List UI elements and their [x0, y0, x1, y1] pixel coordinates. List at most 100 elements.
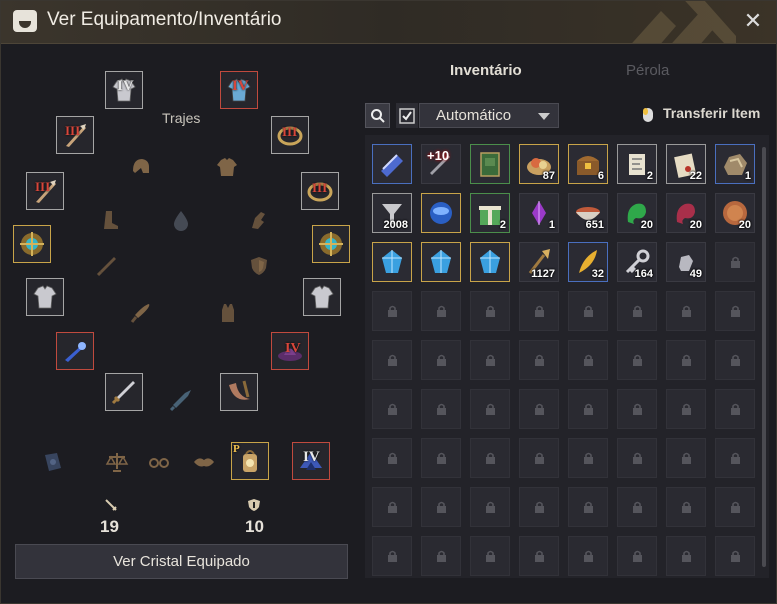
tab-pearl[interactable]: Pérola [626, 62, 669, 79]
locked-slot[interactable] [666, 438, 706, 478]
locked-slot[interactable] [715, 291, 755, 331]
locked-slot[interactable] [470, 536, 510, 576]
costume-wand[interactable] [56, 332, 94, 370]
locked-slot[interactable] [568, 389, 608, 429]
shield-slot-icon[interactable] [247, 254, 271, 278]
locked-slot[interactable] [421, 389, 461, 429]
locked-slot[interactable] [421, 340, 461, 380]
locked-slot[interactable] [568, 291, 608, 331]
inventory-slot[interactable] [421, 242, 461, 282]
locked-slot[interactable] [470, 438, 510, 478]
close-button[interactable]: ✕ [742, 10, 764, 32]
costume-hat[interactable]: IV [271, 332, 309, 370]
locked-slot[interactable] [617, 438, 657, 478]
auto-sort-checkbox[interactable] [396, 103, 418, 128]
locked-slot[interactable] [666, 389, 706, 429]
earring-slot-icon[interactable] [147, 450, 171, 474]
lips-slot-icon[interactable] [192, 450, 216, 474]
view-crystal-button[interactable]: Ver Cristal Equipado [15, 544, 348, 579]
dagger-slot-icon[interactable] [95, 254, 119, 278]
inventory-slot[interactable]: 20 [666, 193, 706, 233]
locked-slot[interactable] [421, 487, 461, 527]
costume-lantern[interactable]: P [231, 442, 269, 480]
costume-armor-top-right[interactable]: IV [220, 71, 258, 109]
costume-gem-left[interactable] [13, 225, 51, 263]
locked-slot[interactable] [421, 291, 461, 331]
locked-slot[interactable] [421, 438, 461, 478]
locked-slot[interactable] [666, 291, 706, 331]
locked-slot[interactable] [421, 536, 461, 576]
locked-slot[interactable] [715, 536, 755, 576]
costume-gem-right[interactable] [312, 225, 350, 263]
locked-slot[interactable] [617, 291, 657, 331]
inventory-slot[interactable] [372, 144, 412, 184]
locked-slot[interactable] [470, 291, 510, 331]
locked-slot[interactable] [715, 340, 755, 380]
locked-slot[interactable] [470, 340, 510, 380]
locked-slot[interactable] [372, 438, 412, 478]
costume-quill-2[interactable]: III [26, 172, 64, 210]
inventory-slot[interactable] [470, 242, 510, 282]
gloves-slot-icon[interactable] [246, 208, 270, 232]
inventory-slot[interactable]: 1127 [519, 242, 559, 282]
helmet-slot-icon[interactable] [129, 155, 153, 179]
locked-slot[interactable] [617, 487, 657, 527]
locked-slot[interactable] [715, 242, 755, 282]
locked-slot[interactable] [519, 389, 559, 429]
chest-slot-icon[interactable] [215, 155, 239, 179]
inventory-slot[interactable]: 2008 [372, 193, 412, 233]
inventory-slot[interactable]: +10 [421, 144, 461, 184]
inventory-slot[interactable]: 2 [470, 193, 510, 233]
inventory-slot[interactable]: 87 [519, 144, 559, 184]
boots-slot-icon[interactable] [98, 208, 122, 232]
locked-slot[interactable] [372, 536, 412, 576]
costume-ring-1[interactable]: III [271, 116, 309, 154]
inventory-slot[interactable]: 2 [617, 144, 657, 184]
costume-armor-right[interactable] [303, 278, 341, 316]
transfer-item-label[interactable]: Transferir Item [663, 105, 760, 121]
locked-slot[interactable] [715, 487, 755, 527]
locked-slot[interactable] [715, 438, 755, 478]
locked-slot[interactable] [666, 536, 706, 576]
inventory-slot[interactable]: 22 [666, 144, 706, 184]
sort-dropdown[interactable]: Automático [419, 103, 559, 128]
locked-slot[interactable] [372, 291, 412, 331]
locked-slot[interactable] [470, 487, 510, 527]
locked-slot[interactable] [372, 340, 412, 380]
inventory-slot[interactable] [372, 242, 412, 282]
locked-slot[interactable] [617, 536, 657, 576]
inventory-slot[interactable]: 49 [666, 242, 706, 282]
inventory-slot[interactable]: 651 [568, 193, 608, 233]
locked-slot[interactable] [568, 536, 608, 576]
inventory-slot[interactable]: 20 [715, 193, 755, 233]
drop-slot-icon[interactable] [169, 208, 193, 232]
locked-slot[interactable] [617, 389, 657, 429]
locked-slot[interactable] [666, 340, 706, 380]
locked-slot[interactable] [519, 340, 559, 380]
inventory-slot[interactable]: 164 [617, 242, 657, 282]
costume-sickle[interactable] [220, 373, 258, 411]
costume-sword[interactable] [105, 373, 143, 411]
locked-slot[interactable] [519, 291, 559, 331]
locked-slot[interactable] [715, 389, 755, 429]
locked-slot[interactable] [372, 487, 412, 527]
awakening-weapon-slot-icon[interactable] [169, 388, 193, 412]
locked-slot[interactable] [519, 536, 559, 576]
inventory-slot[interactable]: 1 [519, 193, 559, 233]
inventory-slot[interactable]: 32 [568, 242, 608, 282]
inventory-slot[interactable]: 1 [715, 144, 755, 184]
costume-ring-2[interactable]: III [301, 172, 339, 210]
locked-slot[interactable] [519, 487, 559, 527]
inventory-slot[interactable] [421, 193, 461, 233]
inventory-slot[interactable]: 6 [568, 144, 608, 184]
locked-slot[interactable] [617, 340, 657, 380]
costume-armor-left[interactable] [26, 278, 64, 316]
locked-slot[interactable] [666, 487, 706, 527]
locked-slot[interactable] [372, 389, 412, 429]
inventory-scrollbar[interactable] [762, 147, 766, 567]
locked-slot[interactable] [568, 487, 608, 527]
costume-quill-1[interactable]: III [56, 116, 94, 154]
locked-slot[interactable] [568, 340, 608, 380]
costume-hood[interactable]: IV [292, 442, 330, 480]
knife-slot-icon[interactable] [129, 301, 153, 325]
